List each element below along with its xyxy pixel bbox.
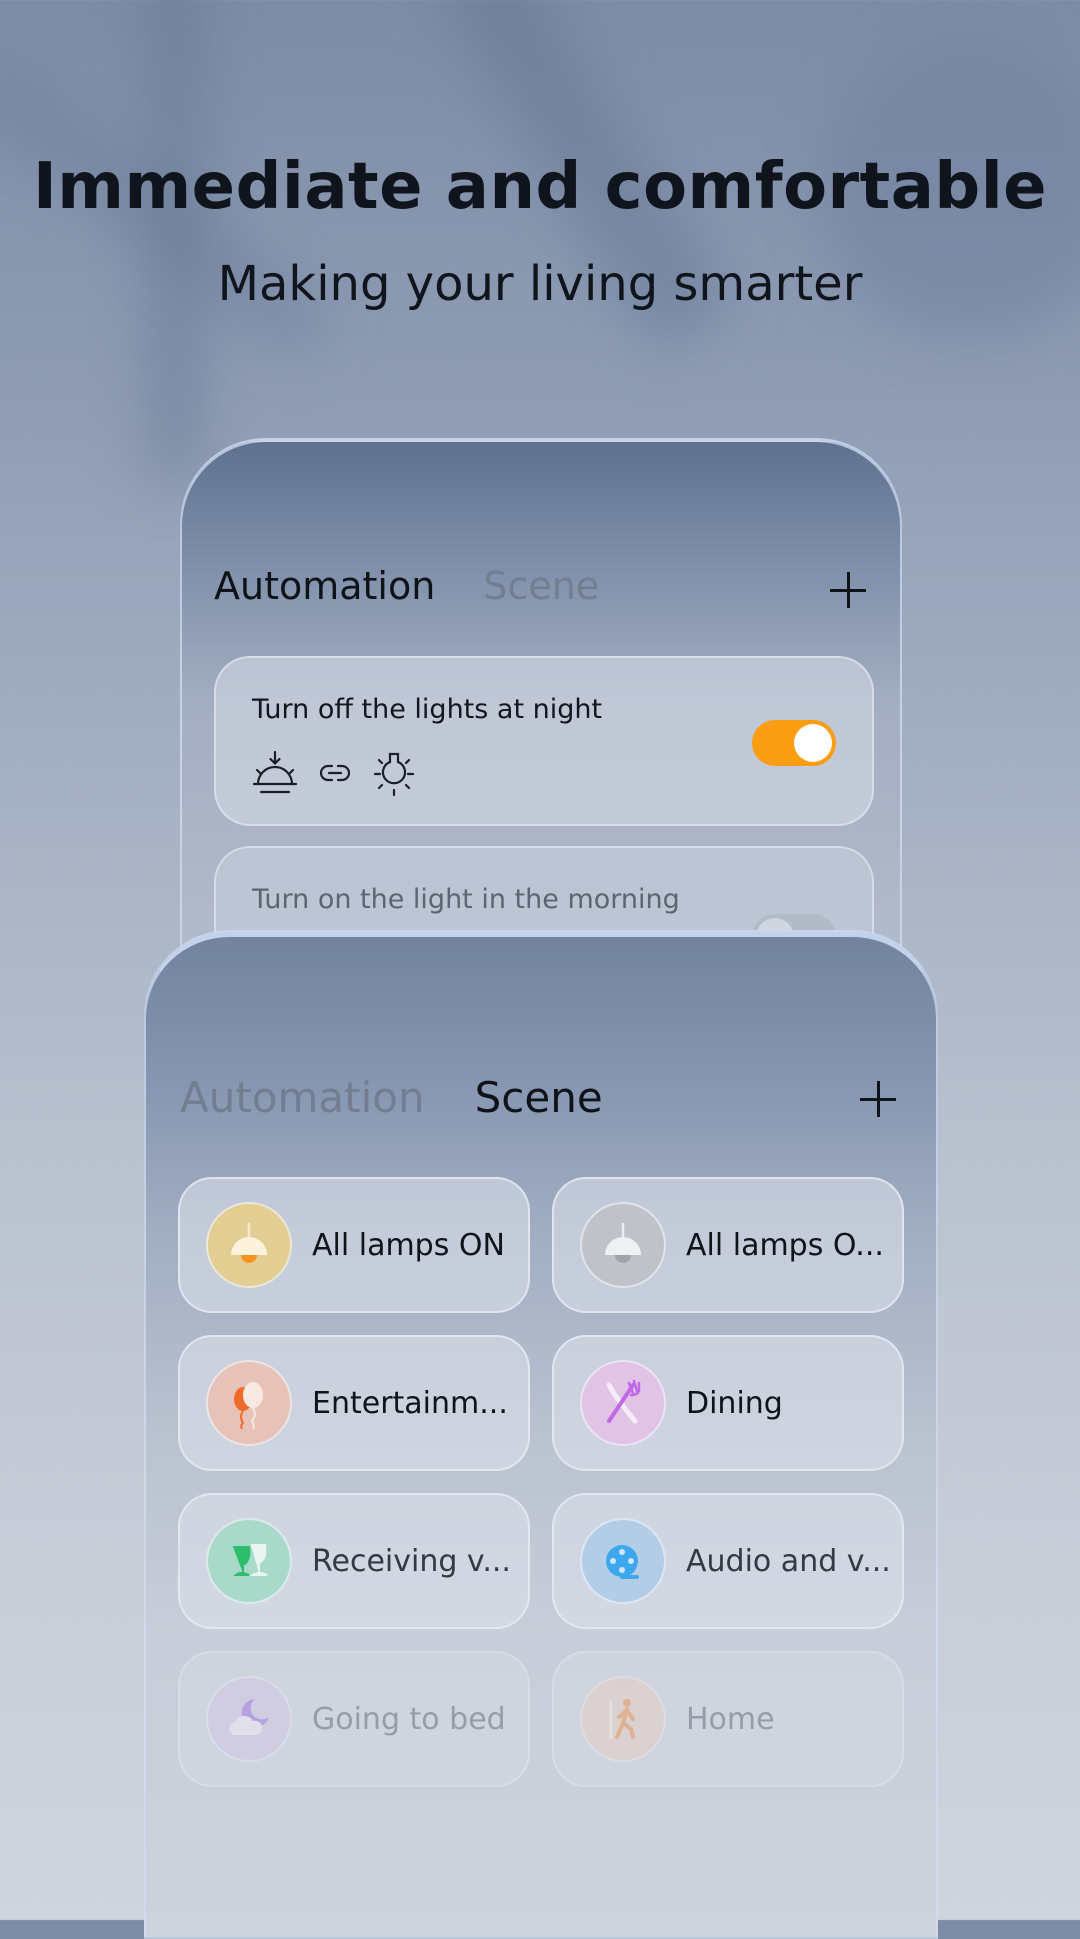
link-icon	[319, 762, 351, 788]
scene-tile-dining[interactable]: Dining	[552, 1335, 904, 1471]
scene-tile-receiving-visitors[interactable]: Receiving v...	[178, 1493, 530, 1629]
scene-label: Going to bed	[312, 1701, 506, 1737]
automation-card: Automation Scene Turn off the lights at …	[180, 440, 902, 964]
scene-tile-entertainment[interactable]: Entertainm...	[178, 1335, 530, 1471]
wine-glasses-icon	[206, 1518, 292, 1604]
film-reel-icon	[580, 1518, 666, 1604]
walking-person-icon	[580, 1676, 666, 1762]
scene-tile-audio-video[interactable]: Audio and v...	[552, 1493, 904, 1629]
automation-item[interactable]: Turn off the lights at night	[214, 656, 874, 826]
pendant-lamp-on-icon	[206, 1202, 292, 1288]
scene-label: All lamps ON	[312, 1227, 505, 1263]
tab-automation[interactable]: Automation	[180, 1073, 425, 1122]
toggle-knob	[794, 724, 832, 762]
background-streak	[150, 0, 200, 480]
hero-title: Immediate and comfortable	[32, 150, 1048, 224]
automation-condition-icons	[252, 750, 438, 800]
scene-card: Automation Scene All lamps ON All lamps …	[144, 932, 938, 1939]
pendant-lamp-off-icon	[580, 1202, 666, 1288]
scene-label: Home	[686, 1701, 775, 1737]
sunset-icon	[252, 750, 298, 800]
balloons-icon	[206, 1360, 292, 1446]
scene-label: Receiving v...	[312, 1543, 511, 1579]
scene-tile-all-lamps-off[interactable]: All lamps O...	[552, 1177, 904, 1313]
scene-label: Entertainm...	[312, 1385, 508, 1421]
scene-tile-home[interactable]: Home	[552, 1651, 904, 1787]
knife-fork-icon	[580, 1360, 666, 1446]
scene-tile-all-lamps-on[interactable]: All lamps ON	[178, 1177, 530, 1313]
scene-label: Audio and v...	[686, 1543, 891, 1579]
tab-automation[interactable]: Automation	[214, 564, 435, 608]
scene-grid: All lamps ON All lamps O... Entertainm..…	[178, 1177, 904, 1787]
tab-bar: Automation Scene	[180, 1073, 603, 1122]
automation-title: Turn off the lights at night	[252, 694, 603, 725]
plus-icon[interactable]	[830, 572, 866, 608]
scene-tile-going-to-bed[interactable]: Going to bed	[178, 1651, 530, 1787]
scene-label: Dining	[686, 1385, 783, 1421]
automation-title: Turn on the light in the morning	[252, 884, 680, 915]
moon-cloud-icon	[206, 1676, 292, 1762]
tab-scene[interactable]: Scene	[483, 564, 599, 608]
tab-bar: Automation Scene	[214, 564, 599, 608]
tab-scene[interactable]: Scene	[475, 1073, 603, 1122]
scene-label: All lamps O...	[686, 1227, 884, 1263]
hero-subtitle: Making your living smarter	[217, 256, 863, 312]
light-bulb-icon	[372, 750, 416, 800]
automation-toggle[interactable]	[752, 720, 836, 766]
plus-icon[interactable]	[860, 1081, 896, 1117]
